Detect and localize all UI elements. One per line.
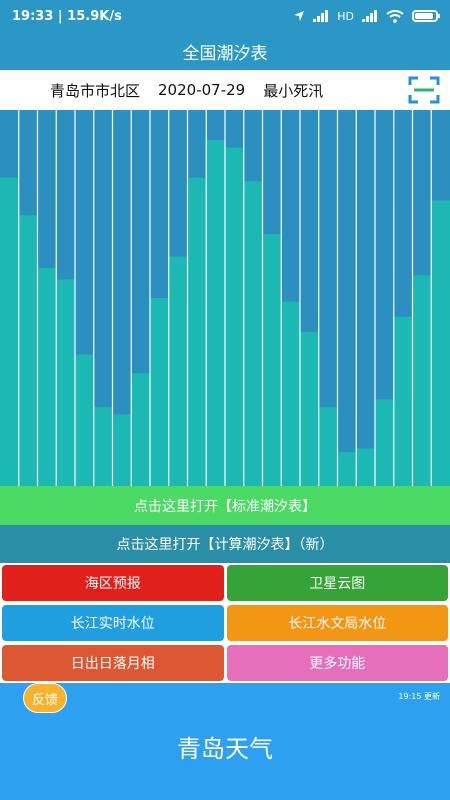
tide-bar [150,298,169,486]
tide-bar [375,399,394,486]
scan-icon[interactable] [408,76,440,104]
tide-chart [0,110,450,486]
wifi-icon [386,9,404,23]
tide-bar [206,140,225,486]
tide-bar [131,373,150,486]
battery-icon [412,10,440,22]
tide-bar [37,267,57,486]
info-row: 青岛市市北区 2020-07-29 最小死汛 [0,70,450,110]
tide-bar [300,331,319,486]
tide-bar [168,256,188,486]
satellite-cloud-button[interactable]: 卫星云图 [226,565,448,601]
app-bar: 全国潮汐表 [0,32,450,70]
sea-forecast-button[interactable]: 海区预报 [2,565,224,601]
more-features-button[interactable]: 更多功能 [226,645,448,681]
sunrise-moon-button[interactable]: 日出日落月相 [2,645,224,681]
update-time: 19:15 更新 [398,692,440,701]
tide-bar [281,301,300,486]
feature-grid: 海区预报 卫星云图 长江实时水位 长江水文局水位 日出日落月相 更多功能 [2,563,448,683]
yangtze-hydrology-water-button[interactable]: 长江水文局水位 [226,605,448,641]
tide-bar [18,215,38,486]
status-bar: 19:33 | 15.9K/s HD [0,0,450,32]
status-time-speed: 19:33 | 15.9K/s [12,8,122,24]
tide-bar [412,275,432,486]
page-title: 全国潮汐表 [182,43,268,64]
tide-bar [318,407,338,486]
feedback-button[interactable]: 反馈 [23,683,67,713]
location-icon [294,11,305,21]
tide-bar [225,147,244,486]
calc-tide-table-button[interactable]: 点击这里打开【计算潮汐表】（新） [0,525,450,563]
tide-bar [56,279,75,486]
location-label[interactable]: 青岛市市北区 [50,80,140,101]
yangtze-realtime-water-button[interactable]: 长江实时水位 [2,605,224,641]
tide-bar [431,200,450,486]
standard-tide-table-button[interactable]: 点击这里打开【标准潮汐表】 [0,486,450,525]
tide-bar [243,181,263,486]
tide-bar [262,234,282,486]
tide-type-label: 最小死汛 [263,81,324,100]
weather-panel[interactable]: 反馈 19:15 更新 青岛天气 [0,683,450,800]
tide-bar [393,316,413,486]
signal-icon-2 [362,10,377,22]
tide-bar [337,452,357,486]
tide-bar [75,354,94,486]
tide-bar [0,177,19,486]
tide-bar [93,407,113,486]
status-icons: HD [293,9,440,23]
hd-badge: HD [337,9,354,23]
tide-bar [187,177,207,486]
date-label[interactable]: 2020-07-29 [158,81,245,99]
tide-bar [356,448,375,486]
tide-bar [112,414,132,486]
weather-city: 青岛天气 [177,735,273,763]
signal-icon [313,10,329,22]
